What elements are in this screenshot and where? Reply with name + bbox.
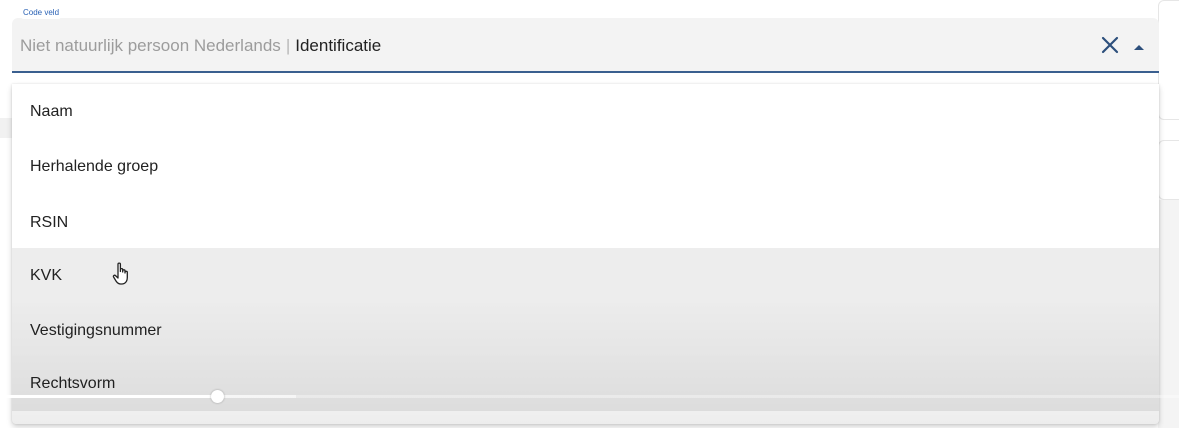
background-card <box>1158 140 1179 200</box>
video-progress-played <box>0 395 217 398</box>
field-value-separator: | <box>285 36 291 55</box>
field-value: Niet natuurlijk persoon Nederlands | Ident… <box>20 36 381 56</box>
video-progress-handle[interactable] <box>210 390 224 403</box>
hand-pointer-cursor-icon <box>112 261 132 287</box>
code-field-select[interactable]: Code veld Niet natuurlijk persoon Nederl… <box>12 7 1159 73</box>
dropdown-option-rechtsvorm[interactable]: Rechtsvorm <box>12 356 1159 411</box>
video-progress-bar[interactable] <box>0 390 1179 403</box>
dropdown-menu: Naam Herhalende groep RSIN KVK Vestiging… <box>12 84 1159 424</box>
dropdown-option-kvk[interactable]: KVK <box>12 248 1159 303</box>
caret-up-icon[interactable] <box>1133 40 1145 50</box>
field-value-selected: Identificatie <box>295 36 382 55</box>
field-label: Code veld <box>20 7 63 19</box>
dropdown-option-herhalende-groep[interactable]: Herhalende groep <box>12 139 1159 194</box>
background-panel <box>1158 200 1179 428</box>
background-card <box>1158 0 1179 120</box>
dropdown-option-rsin[interactable]: RSIN <box>12 195 1159 250</box>
field-value-parent: Niet natuurlijk persoon Nederlands <box>20 36 281 55</box>
dropdown-option-naam[interactable]: Naam <box>12 84 1159 139</box>
close-icon[interactable] <box>1099 34 1121 56</box>
dropdown-option-vestigingsnummer[interactable]: Vestigingsnummer <box>12 303 1159 358</box>
